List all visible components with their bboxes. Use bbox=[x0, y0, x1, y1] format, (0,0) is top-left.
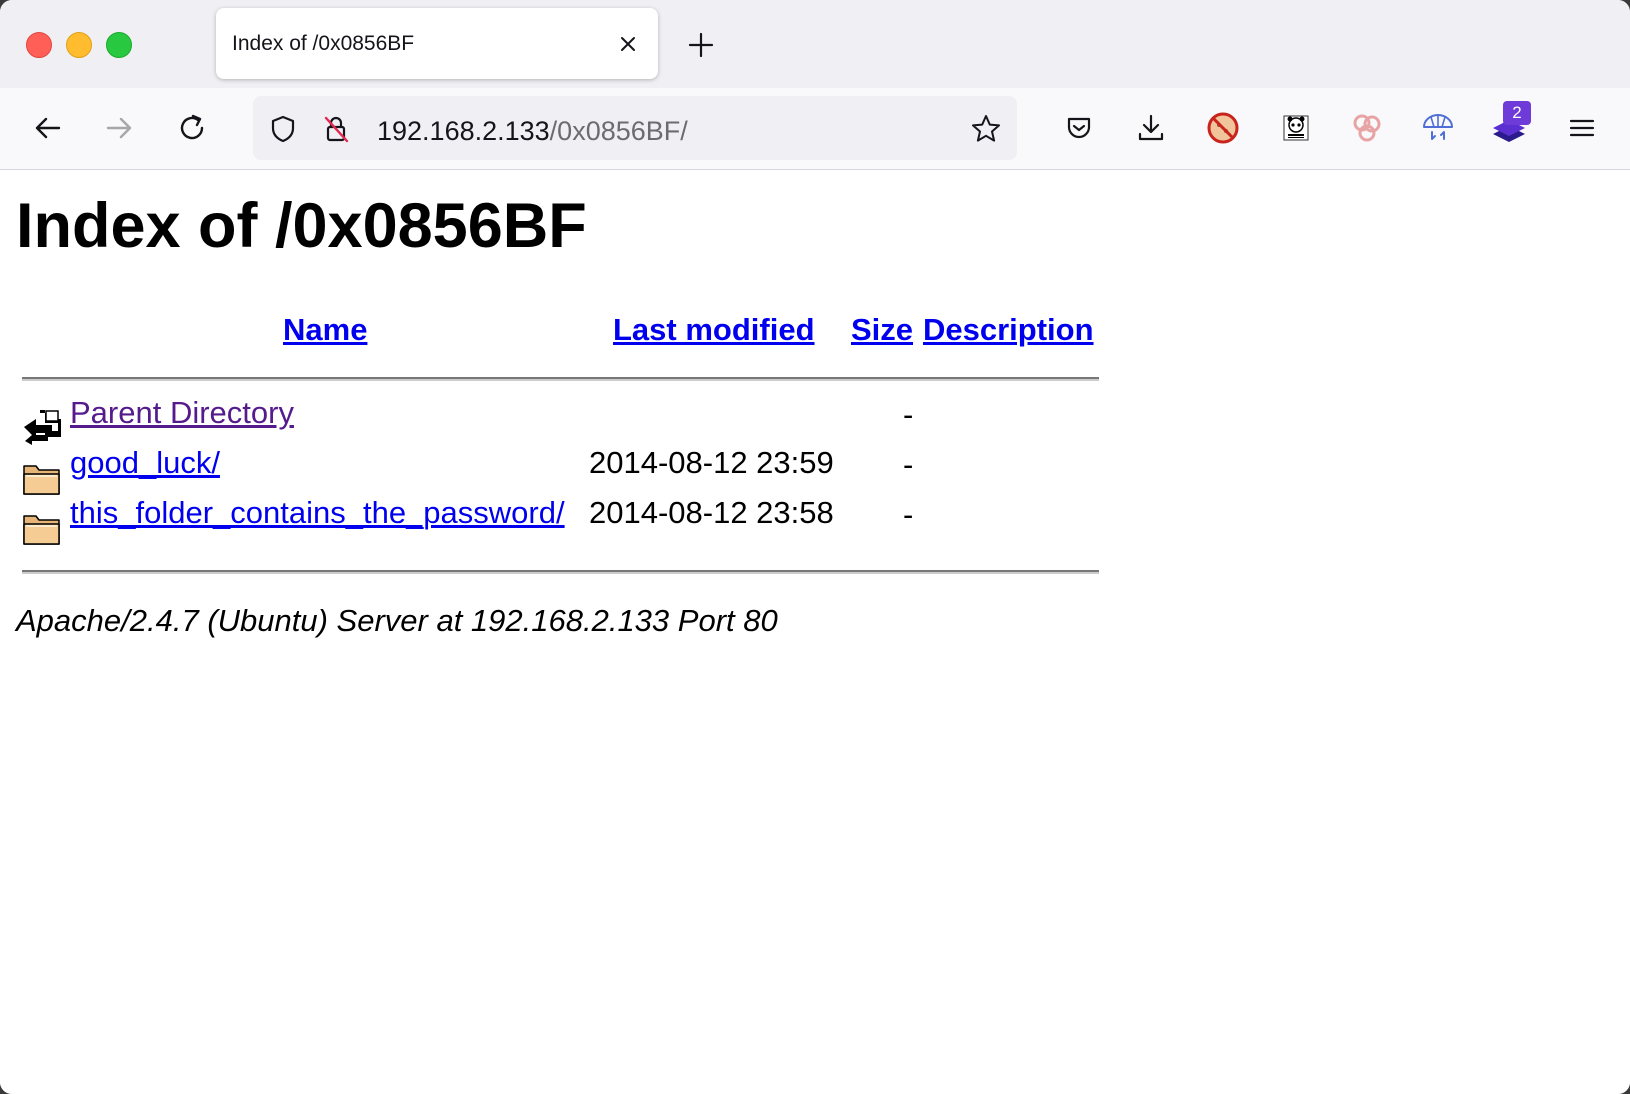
extension-badge: 2 bbox=[1503, 101, 1531, 125]
url-host: 192.168.2.133 bbox=[377, 116, 550, 146]
close-window-button[interactable] bbox=[26, 32, 52, 58]
panda-extension-icon[interactable] bbox=[1278, 110, 1314, 146]
row-link-good-luck[interactable]: good_luck/ bbox=[70, 445, 220, 481]
parent-directory-icon bbox=[22, 407, 62, 447]
minimize-window-button[interactable] bbox=[66, 32, 92, 58]
url-text[interactable]: 192.168.2.133/0x0856BF/ bbox=[377, 116, 688, 147]
pocket-icon[interactable] bbox=[1061, 110, 1097, 146]
zoom-window-button[interactable] bbox=[106, 32, 132, 58]
arrow-right-icon[interactable] bbox=[101, 110, 137, 146]
navigation-bar: 192.168.2.133/0x0856BF/ 2 bbox=[0, 88, 1630, 170]
row-size: - bbox=[903, 447, 914, 482]
row-link-password-folder[interactable]: this_folder_contains_the_password/ bbox=[70, 495, 565, 531]
browser-window: Index of /0x0856BF 192.168.2.133/0x0856B… bbox=[0, 0, 1630, 1094]
header-divider bbox=[22, 377, 1099, 381]
server-signature: Apache/2.4.7 (Ubuntu) Server at 192.168.… bbox=[16, 603, 778, 638]
folder-icon bbox=[22, 508, 62, 548]
tab-strip: Index of /0x0856BF bbox=[0, 0, 1630, 88]
tab-title: Index of /0x0856BF bbox=[232, 32, 415, 55]
blocked-cookie-extension-icon[interactable] bbox=[1205, 110, 1241, 146]
footer-divider bbox=[22, 570, 1099, 574]
close-icon[interactable] bbox=[616, 32, 640, 56]
new-tab-button[interactable] bbox=[686, 30, 716, 60]
shield-icon[interactable] bbox=[266, 112, 300, 146]
page-content: Index of /0x0856BF Name Last modified Si… bbox=[0, 170, 1630, 1094]
rings-extension-icon[interactable] bbox=[1349, 110, 1385, 146]
row-date: 2014-08-12 23:58 bbox=[589, 495, 834, 530]
column-header-name[interactable]: Name bbox=[283, 312, 367, 348]
page-title: Index of /0x0856BF bbox=[16, 191, 587, 261]
lock-slash-icon[interactable] bbox=[319, 112, 353, 146]
row-size: - bbox=[903, 397, 914, 432]
row-size: - bbox=[903, 497, 914, 532]
hamburger-menu-icon[interactable] bbox=[1564, 110, 1600, 146]
column-header-last-modified[interactable]: Last modified bbox=[613, 312, 815, 348]
url-path: /0x0856BF/ bbox=[549, 116, 688, 146]
column-header-description[interactable]: Description bbox=[923, 312, 1094, 348]
star-icon[interactable] bbox=[969, 112, 1003, 146]
download-icon[interactable] bbox=[1133, 110, 1169, 146]
tab-active[interactable]: Index of /0x0856BF bbox=[216, 8, 658, 79]
folder-icon bbox=[22, 458, 62, 498]
row-date: 2014-08-12 23:59 bbox=[589, 445, 834, 480]
row-link-parent-directory[interactable]: Parent Directory bbox=[70, 395, 294, 431]
umbrella-extension-icon[interactable] bbox=[1420, 110, 1456, 146]
arrow-left-icon[interactable] bbox=[30, 110, 66, 146]
reload-icon[interactable] bbox=[174, 110, 210, 146]
url-bar[interactable]: 192.168.2.133/0x0856BF/ bbox=[253, 96, 1017, 160]
column-header-size[interactable]: Size bbox=[851, 312, 913, 348]
